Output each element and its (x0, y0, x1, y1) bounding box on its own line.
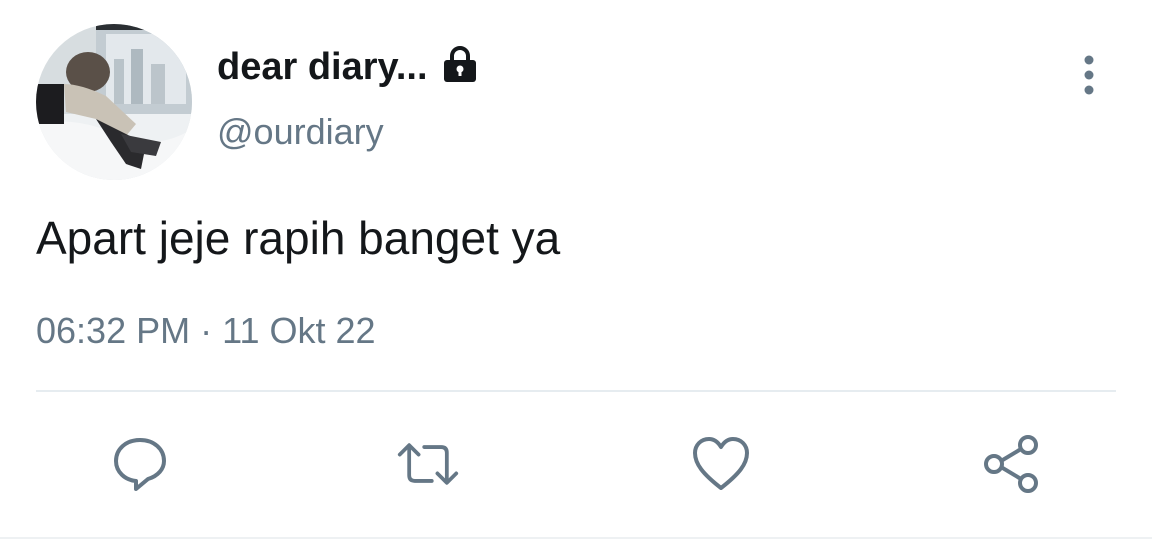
tweet-time: 06:32 PM (36, 310, 191, 351)
handle[interactable]: @ourdiary (217, 110, 384, 154)
reply-button[interactable] (108, 432, 172, 496)
display-name[interactable]: dear diary... (217, 44, 428, 90)
avatar-image (36, 24, 192, 180)
tweet-date: 11 Okt 22 (222, 310, 376, 351)
divider (36, 390, 1116, 392)
bottom-divider (0, 537, 1152, 539)
retweet-arrows-icon (397, 443, 459, 485)
timestamp[interactable]: 06:32 PM · 11 Okt 22 (36, 308, 376, 354)
timestamp-separator: · (200, 310, 213, 351)
share-button[interactable] (980, 432, 1044, 496)
display-name-row: dear diary... (217, 44, 480, 90)
like-button[interactable] (689, 432, 753, 496)
vertical-dots-icon (1084, 55, 1094, 95)
more-options-button[interactable] (1070, 52, 1108, 98)
heart-icon (693, 437, 749, 490)
speech-bubble-icon (114, 438, 166, 491)
share-icon (984, 435, 1038, 493)
avatar[interactable] (36, 24, 192, 180)
tweet-text: Apart jeje rapih banget ya (36, 212, 561, 264)
lock-icon (440, 44, 480, 84)
retweet-button[interactable] (396, 432, 460, 496)
